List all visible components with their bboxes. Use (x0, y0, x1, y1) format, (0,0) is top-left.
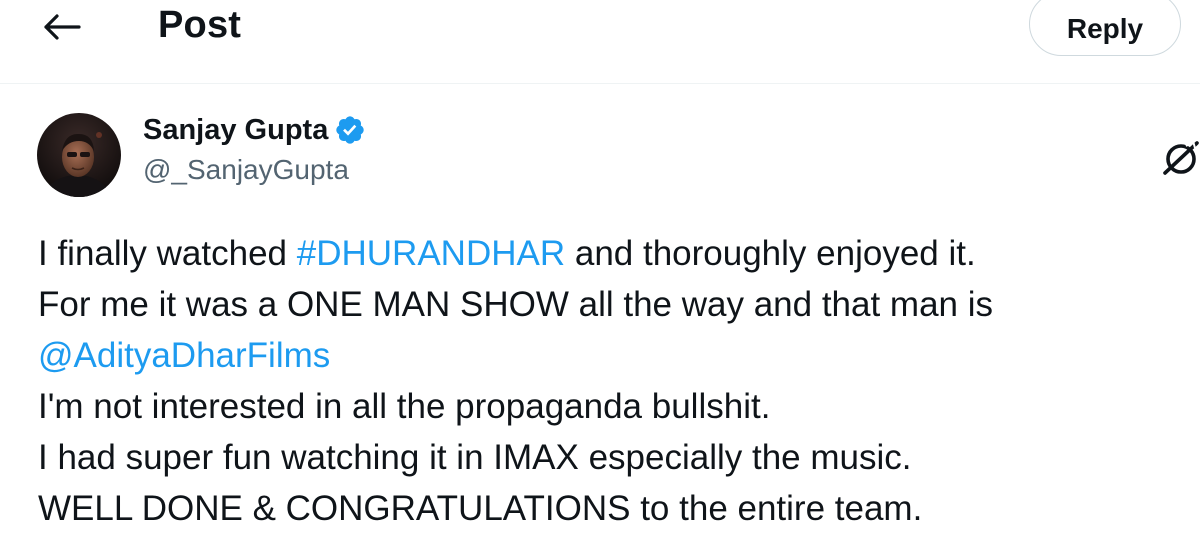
reply-button[interactable]: Reply (1029, 0, 1181, 56)
avatar[interactable] (37, 113, 121, 197)
page-title: Post (158, 4, 242, 46)
post-header: Post Reply (0, 0, 1200, 80)
tweet-line-4: I'm not interested in all the propaganda… (38, 387, 771, 426)
post-page: Post Reply Sanjay Gupta @_SanjayGupta I … (0, 0, 1200, 547)
tweet-line-6: WELL DONE & CONGRATULATIONS to the entir… (38, 489, 923, 528)
author-handle[interactable]: @_SanjayGupta (143, 154, 349, 186)
tweet-text-segment: and thoroughly enjoyed it. (565, 234, 976, 273)
display-name[interactable]: Sanjay Gupta (143, 114, 328, 147)
tweet-line-5: I had super fun watching it in IMAX espe… (38, 438, 912, 477)
tweet-text-segment: I finally watched (38, 234, 297, 273)
hashtag-link[interactable]: #DHURANDHAR (297, 234, 565, 273)
back-button[interactable] (38, 10, 84, 44)
arrow-left-icon (44, 14, 81, 40)
tweet-line-3: @AdityaDharFilms (38, 330, 1188, 381)
tweet-text: I finally watched #DHURANDHAR and thorou… (38, 228, 1188, 534)
tweet-line-2: For me it was a ONE MAN SHOW all the way… (38, 285, 994, 324)
tweet-line-1: I finally watched #DHURANDHAR and thorou… (38, 228, 1188, 279)
header-divider (0, 83, 1200, 84)
grok-icon[interactable] (1160, 138, 1200, 178)
mention-link[interactable]: @AdityaDharFilms (38, 336, 330, 375)
avatar-image (37, 113, 121, 197)
verified-badge-icon (334, 114, 366, 146)
display-name-row: Sanjay Gupta (143, 110, 366, 150)
